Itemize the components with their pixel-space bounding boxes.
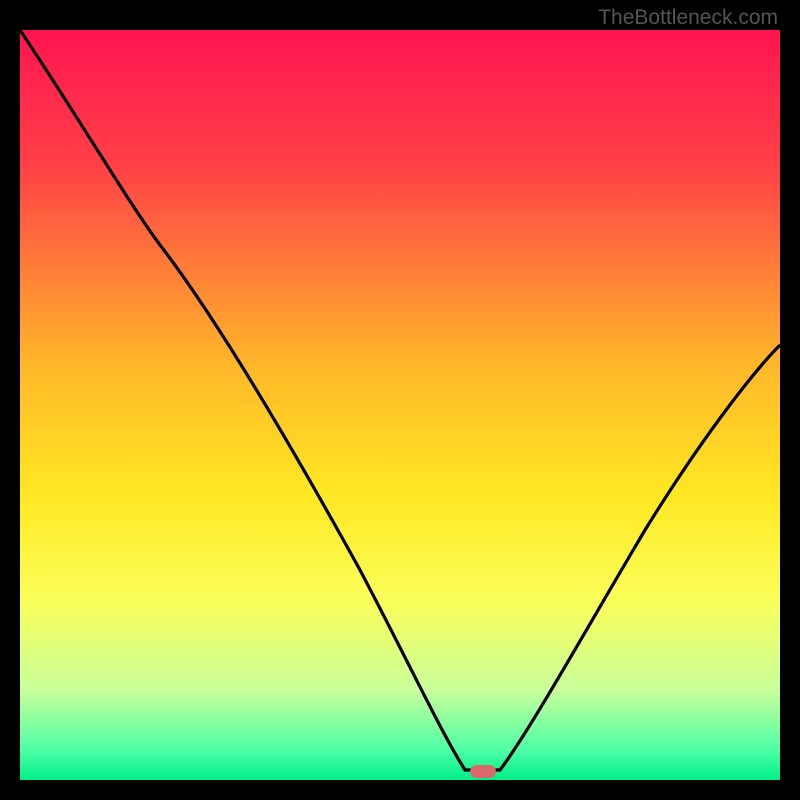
chart-svg [20, 30, 780, 780]
optimal-marker [470, 765, 496, 778]
watermark-text: TheBottleneck.com [598, 6, 778, 30]
gradient-background [20, 30, 780, 780]
chart-plot-area [20, 30, 780, 780]
